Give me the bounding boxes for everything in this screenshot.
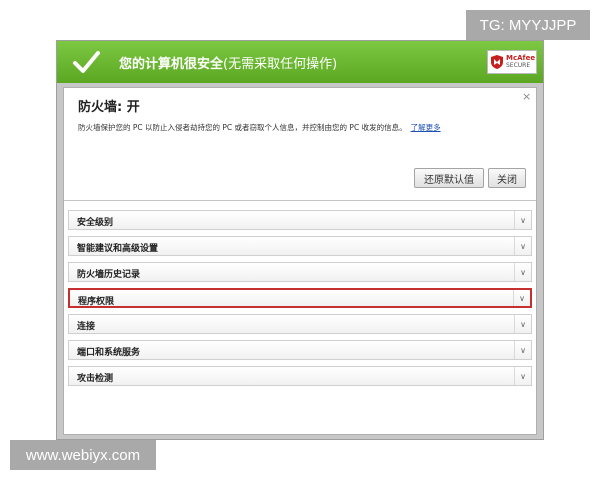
logo-line1: McAfee [506, 54, 536, 62]
chevron-down-icon[interactable]: ∨ [513, 290, 530, 306]
chevron-down-icon[interactable]: ∨ [514, 315, 531, 333]
section-intrusion-detection[interactable]: 攻击检测 ∨ [68, 366, 532, 386]
section-label: 端口和系统服务 [77, 348, 141, 358]
mcafee-window: 您的计算机很安全(无需采取任何操作) McAfee SECURE × 防火墙: … [56, 40, 544, 440]
section-security-level[interactable]: 安全级别 ∨ [68, 210, 532, 230]
close-icon[interactable]: × [522, 90, 531, 103]
firewall-summary: × 防火墙: 开 防火墙保护您的 PC 以防止入侵者劫持您的 PC 或者窃取个人… [64, 88, 536, 201]
section-label: 安全级别 [77, 218, 114, 228]
firewall-description: 防火墙保护您的 PC 以防止入侵者劫持您的 PC 或者窃取个人信息，并控制由您的… [78, 122, 441, 133]
status-header: 您的计算机很安全(无需采取任何操作) McAfee SECURE [57, 41, 543, 83]
section-firewall-history[interactable]: 防火墙历史记录 ∨ [68, 262, 532, 282]
settings-section-list: 安全级别 ∨ 智能建议和高级设置 ∨ 防火墙历史记录 ∨ 程序权限 ∨ 连接 ∨… [68, 210, 532, 392]
section-smart-advice[interactable]: 智能建议和高级设置 ∨ [68, 236, 532, 256]
section-label: 连接 [77, 322, 96, 332]
section-label: 智能建议和高级设置 [77, 244, 159, 254]
logo-text: McAfee SECURE [506, 54, 535, 70]
watermark-bottom: www.webiyx.com [10, 440, 156, 470]
status-title: 您的计算机很安全(无需采取任何操作) [119, 53, 337, 72]
firewall-title: 防火墙: 开 [78, 100, 140, 115]
status-detail: (无需采取任何操作) [223, 57, 338, 72]
section-label: 程序权限 [78, 297, 115, 307]
close-button[interactable]: 关闭 [488, 168, 526, 188]
chevron-down-icon[interactable]: ∨ [514, 263, 531, 281]
section-connections[interactable]: 连接 ∨ [68, 314, 532, 334]
chevron-down-icon[interactable]: ∨ [514, 341, 531, 359]
restore-defaults-button[interactable]: 还原默认值 [414, 168, 484, 188]
shield-icon [491, 55, 503, 69]
description-text: 防火墙保护您的 PC 以防止入侵者劫持您的 PC 或者窃取个人信息，并控制由您的… [78, 123, 407, 132]
logo-line2: SECURE [506, 62, 531, 69]
section-program-permissions[interactable]: 程序权限 ∨ [68, 288, 532, 308]
chevron-down-icon[interactable]: ∨ [514, 211, 531, 229]
status-text: 您的计算机很安全 [119, 57, 224, 72]
checkmark-icon [73, 51, 100, 73]
chevron-down-icon[interactable]: ∨ [514, 237, 531, 255]
mcafee-logo: McAfee SECURE [487, 50, 537, 74]
learn-more-link[interactable]: 了解更多 [411, 123, 441, 132]
section-label: 攻击检测 [77, 374, 114, 384]
firewall-panel: × 防火墙: 开 防火墙保护您的 PC 以防止入侵者劫持您的 PC 或者窃取个人… [63, 87, 537, 435]
section-ports-services[interactable]: 端口和系统服务 ∨ [68, 340, 532, 360]
section-label: 防火墙历史记录 [77, 270, 141, 280]
chevron-down-icon[interactable]: ∨ [514, 367, 531, 385]
watermark-top: TG: MYYJJPP [466, 10, 590, 40]
